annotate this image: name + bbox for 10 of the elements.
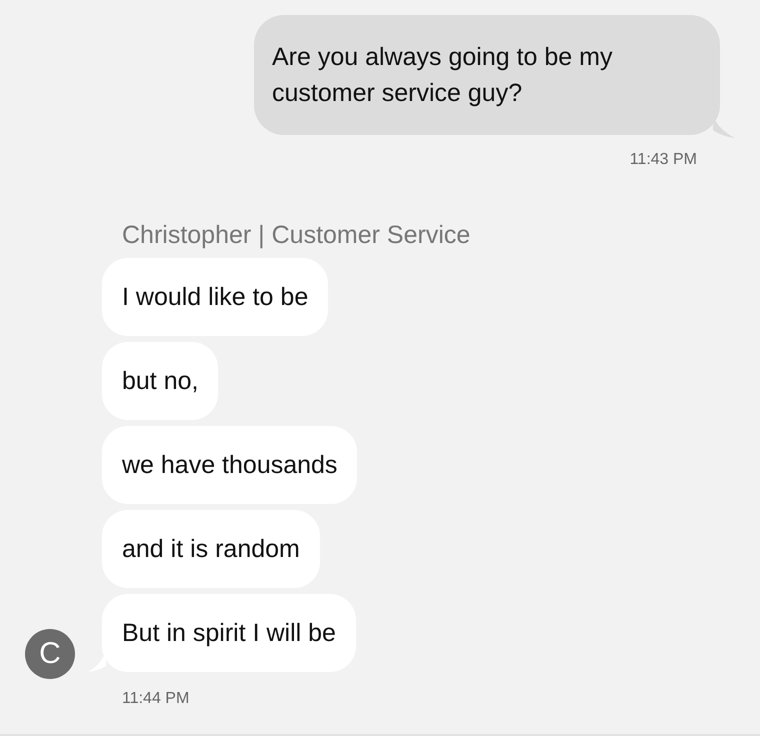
message-bubble: but no,: [102, 342, 218, 420]
sender-name: Christopher | Customer Service: [122, 221, 472, 250]
message-bubble: Are you always going to be my customer service guy?: [254, 15, 720, 135]
message-bubble: I would like to be: [102, 258, 328, 336]
message-time: 11:44 PM: [122, 690, 190, 708]
message-bubble: and it is random: [102, 510, 320, 588]
message-bubble: But in spirit I will be: [102, 594, 356, 672]
avatar: C: [25, 629, 75, 679]
message-time: 11:43 PM: [630, 151, 697, 169]
message-bubble: we have thousands: [102, 426, 358, 504]
